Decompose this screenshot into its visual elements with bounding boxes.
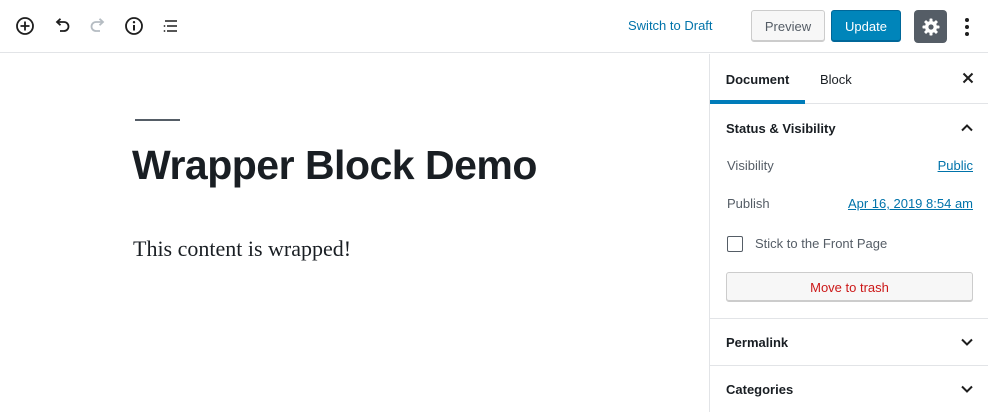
preview-button[interactable]: Preview [751, 10, 825, 42]
editor-header: Switch to Draft Preview Update [0, 0, 988, 53]
add-block-icon[interactable] [12, 13, 38, 39]
switch-to-draft-button[interactable]: Switch to Draft [628, 18, 713, 33]
tab-document[interactable]: Document [710, 54, 805, 104]
move-to-trash-button[interactable]: Move to trash [726, 272, 973, 302]
stick-to-front-label[interactable]: Stick to the Front Page [755, 236, 887, 251]
settings-sidebar: Document Block Status & Visibility Visib… [709, 54, 988, 412]
info-icon[interactable] [121, 13, 147, 39]
status-visibility-heading: Status & Visibility [726, 120, 836, 136]
settings-button[interactable] [914, 10, 947, 43]
visibility-value-link[interactable]: Public [938, 158, 973, 173]
categories-toggle[interactable]: Categories [710, 366, 988, 412]
publish-date-link[interactable]: Apr 16, 2019 8:54 am [848, 196, 973, 211]
chevron-down-icon [961, 338, 973, 346]
post-content-paragraph[interactable]: This content is wrapped! [133, 236, 351, 262]
publish-label: Publish [727, 196, 770, 211]
gear-icon [922, 18, 939, 35]
post-title[interactable]: Wrapper Block Demo [132, 142, 537, 189]
visibility-label: Visibility [727, 158, 774, 173]
chevron-down-icon [961, 385, 973, 393]
close-icon[interactable] [960, 70, 976, 86]
outline-icon[interactable] [158, 13, 184, 39]
redo-icon[interactable] [85, 13, 111, 39]
more-options-button[interactable] [958, 14, 976, 40]
separator-line [135, 119, 180, 121]
sidebar-tabs: Document Block [710, 54, 988, 104]
update-button[interactable]: Update [831, 10, 901, 42]
chevron-up-icon [961, 124, 973, 132]
categories-heading: Categories [726, 381, 794, 397]
undo-icon[interactable] [49, 13, 75, 39]
stick-to-front-checkbox[interactable] [727, 236, 743, 252]
status-visibility-toggle[interactable]: Status & Visibility [710, 105, 988, 151]
tab-block[interactable]: Block [820, 54, 852, 104]
permalink-heading: Permalink [726, 334, 789, 350]
permalink-toggle[interactable]: Permalink [710, 319, 988, 365]
vertical-ellipsis-icon [965, 18, 969, 36]
editor-canvas: Wrapper Block Demo This content is wrapp… [0, 54, 709, 412]
